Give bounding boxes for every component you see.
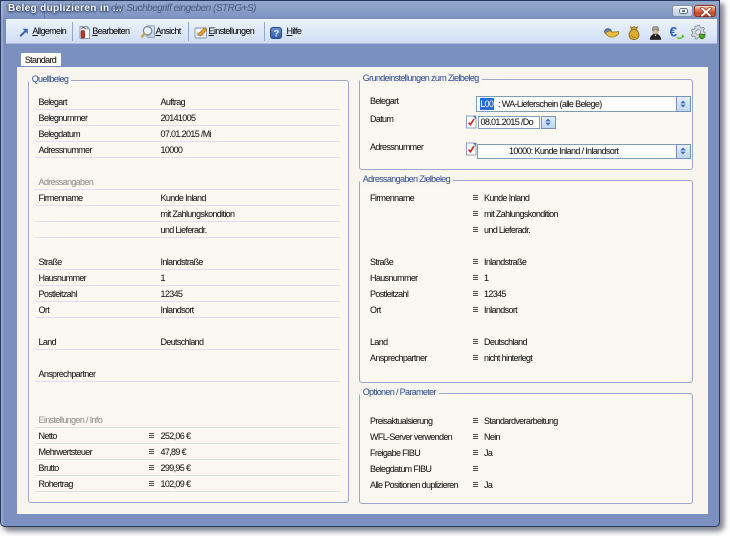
svg-text:?: ? bbox=[273, 28, 279, 39]
svg-text:€: € bbox=[670, 25, 678, 40]
